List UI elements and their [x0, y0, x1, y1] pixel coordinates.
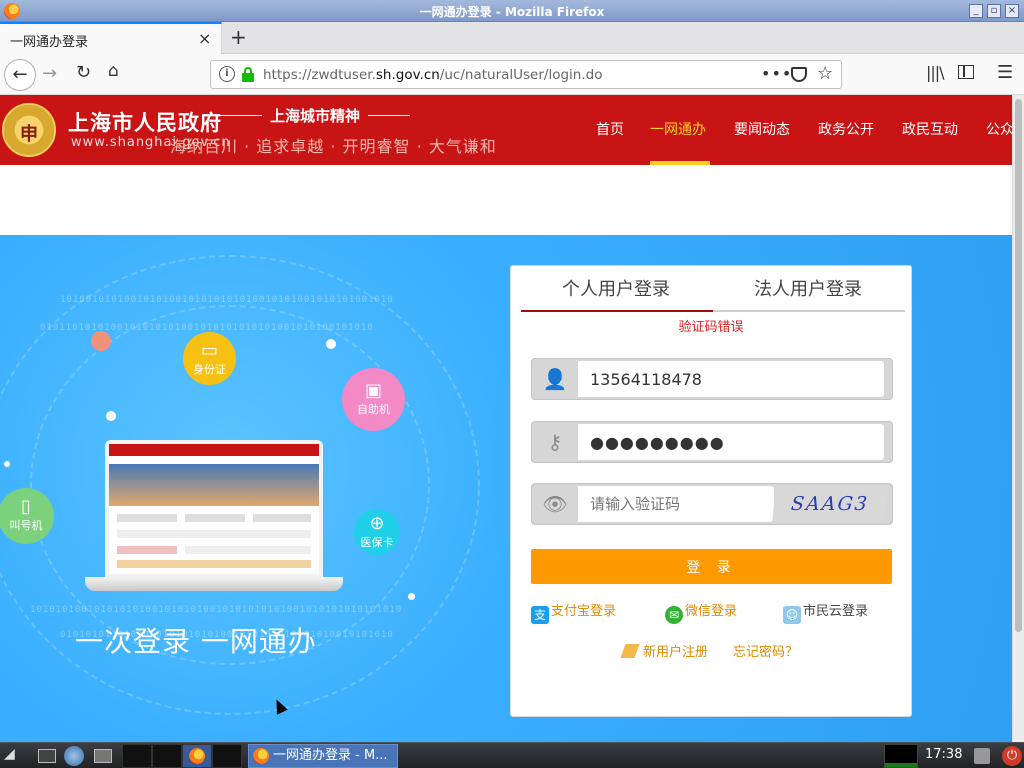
city-spirit-text: 海纳百川 · 追求卓越 · 开明睿智 · 大气谦和: [170, 137, 497, 156]
phone-icon: ▯: [21, 496, 31, 517]
nav-news[interactable]: 要闻动态: [734, 119, 790, 139]
login-panel: 个人用户登录 法人用户登录 验证码错误 👤 ⚷ 👁 SAAG3 登 录 支支付宝…: [510, 265, 912, 717]
hamburger-menu-icon[interactable]: ☰: [997, 62, 1013, 83]
decorative-dot: [326, 339, 336, 349]
wechat-login-link[interactable]: ✉ 微信登录: [665, 600, 737, 624]
binary-pattern: 1010101001010101010010101010010101010101…: [30, 605, 403, 615]
nav-interaction[interactable]: 政民互动: [902, 119, 958, 139]
tab-corporate-login[interactable]: 法人用户登录: [713, 276, 903, 310]
id-card-icon: ▭: [200, 340, 218, 361]
city-spirit-title: 上海城市精神: [219, 107, 411, 125]
firefox-icon: [253, 748, 269, 764]
register-link[interactable]: 新用户注册: [620, 641, 708, 660]
url-bar[interactable]: i https://zwdtuser.sh.gov.cn/uc/naturalU…: [210, 60, 842, 89]
captcha-image[interactable]: SAAG3: [772, 486, 888, 522]
workspace-2[interactable]: [152, 744, 182, 768]
laptop-illustration: [85, 440, 343, 595]
password-input[interactable]: [578, 424, 884, 460]
decorative-dot: [91, 331, 111, 351]
minimize-button[interactable]: _: [969, 4, 983, 18]
window-titlebar: 一网通办登录 - Mozilla Firefox _ ▫ ×: [0, 0, 1024, 22]
alipay-icon: 支: [531, 606, 549, 624]
username-field[interactable]: 👤: [531, 358, 893, 400]
medical-card-feature: ⊕ 医保卡: [354, 509, 400, 555]
show-desktop-icon[interactable]: [38, 749, 56, 763]
captcha-input[interactable]: [578, 486, 774, 522]
decorative-dot: [408, 593, 415, 600]
url-text[interactable]: https://zwdtuser.sh.gov.cn/uc/naturalUse…: [263, 67, 602, 83]
kiosk-feature: ▣ 自助机: [342, 368, 405, 431]
scrollbar-thumb[interactable]: [1015, 99, 1022, 632]
maximize-button[interactable]: ▫: [987, 4, 1001, 18]
monitor-icon: ▣: [364, 380, 382, 401]
home-button[interactable]: ⌂: [108, 61, 119, 81]
workspace-1[interactable]: [122, 744, 152, 768]
eye-icon: 👁: [542, 492, 568, 516]
shanghai-emblem-logo[interactable]: 申: [2, 103, 56, 157]
close-window-button[interactable]: ×: [1005, 4, 1019, 18]
nav-public[interactable]: 公众: [986, 119, 1012, 139]
browser-tab[interactable]: 一网通办登录 ×: [0, 22, 222, 54]
tab-title: 一网通办登录: [10, 35, 89, 50]
page-viewport: 申 上海市人民政府 www.shanghai.gov.cn 上海城市精神 海纳百…: [0, 95, 1012, 742]
power-icon[interactable]: ⏻: [1002, 746, 1022, 766]
key-icon: ⚷: [547, 430, 563, 454]
nav-one-network[interactable]: 一网通办: [650, 119, 706, 139]
forward-button[interactable]: →: [42, 63, 57, 84]
bookmark-star-icon[interactable]: ☆: [817, 63, 833, 84]
workspace-4[interactable]: [212, 744, 242, 768]
medical-icon: ⊕: [369, 513, 385, 534]
queue-machine-feature: ▯ 叫号机: [0, 488, 54, 544]
site-header: 申 上海市人民政府 www.shanghai.gov.cn 上海城市精神 海纳百…: [0, 95, 1012, 165]
back-button[interactable]: ←: [4, 59, 36, 91]
window-title: 一网通办登录 - Mozilla Firefox: [419, 5, 605, 19]
sidebar-icon[interactable]: [958, 65, 974, 79]
nav-home[interactable]: 首页: [596, 119, 624, 139]
tab-personal-login[interactable]: 个人用户登录: [521, 276, 711, 310]
citizen-cloud-login-link[interactable]: ☺ 市民云登录: [783, 600, 868, 624]
browser-launcher-icon[interactable]: [64, 746, 84, 766]
user-icon: 👤: [542, 367, 568, 391]
library-icon[interactable]: |||\: [926, 63, 945, 82]
tab-strip: 一网通办登录 × +: [0, 22, 1024, 54]
page-actions-icon[interactable]: •••: [761, 64, 792, 83]
new-tab-button[interactable]: +: [230, 25, 247, 49]
start-menu-icon[interactable]: ◢: [4, 746, 24, 766]
wechat-icon: ✉: [665, 606, 683, 624]
id-card-feature: ▭ 身份证: [183, 332, 236, 385]
nav-active-indicator: [650, 161, 710, 165]
decorative-dot: [106, 411, 116, 421]
nav-gov-affairs[interactable]: 政务公开: [818, 119, 874, 139]
captcha-error-message: 验证码错误: [678, 320, 744, 335]
page-scrollbar[interactable]: [1012, 95, 1024, 742]
binary-pattern: 1010010101001010100101010101010010101001…: [60, 295, 394, 305]
file-manager-icon[interactable]: [94, 749, 112, 763]
login-button[interactable]: 登 录: [531, 549, 892, 584]
forgot-password-link[interactable]: 忘记密码？: [733, 641, 798, 660]
username-input[interactable]: [578, 361, 884, 397]
workspace-3[interactable]: [182, 744, 212, 768]
cpu-monitor: [884, 744, 918, 768]
pocket-icon[interactable]: [791, 67, 807, 82]
hero-slogan: 一次登录 一网通办: [75, 625, 317, 658]
citizen-cloud-icon: ☺: [783, 606, 801, 624]
firefox-icon: [189, 748, 205, 764]
nav-toolbar: ← → ↻ ⌂ i https://zwdtuser.sh.gov.cn/uc/…: [0, 54, 1024, 95]
captcha-field[interactable]: 👁 SAAG3: [531, 483, 893, 525]
password-field[interactable]: ⚷: [531, 421, 893, 463]
close-tab-icon[interactable]: ×: [198, 29, 211, 48]
desktop-taskbar: ◢ 一网通办登录 - M... 17:38 ⏻: [0, 742, 1024, 768]
decorative-dot: [4, 461, 10, 467]
lock-icon[interactable]: [242, 67, 254, 82]
reload-button[interactable]: ↻: [76, 62, 91, 83]
site-info-icon[interactable]: i: [219, 66, 235, 82]
taskbar-firefox-task[interactable]: 一网通办登录 - M...: [248, 744, 398, 768]
network-icon[interactable]: [974, 748, 990, 764]
pencil-icon: [620, 644, 640, 658]
alipay-login-link[interactable]: 支支付宝登录: [531, 600, 616, 624]
login-tab-divider: [521, 310, 905, 312]
clock[interactable]: 17:38: [925, 747, 962, 762]
